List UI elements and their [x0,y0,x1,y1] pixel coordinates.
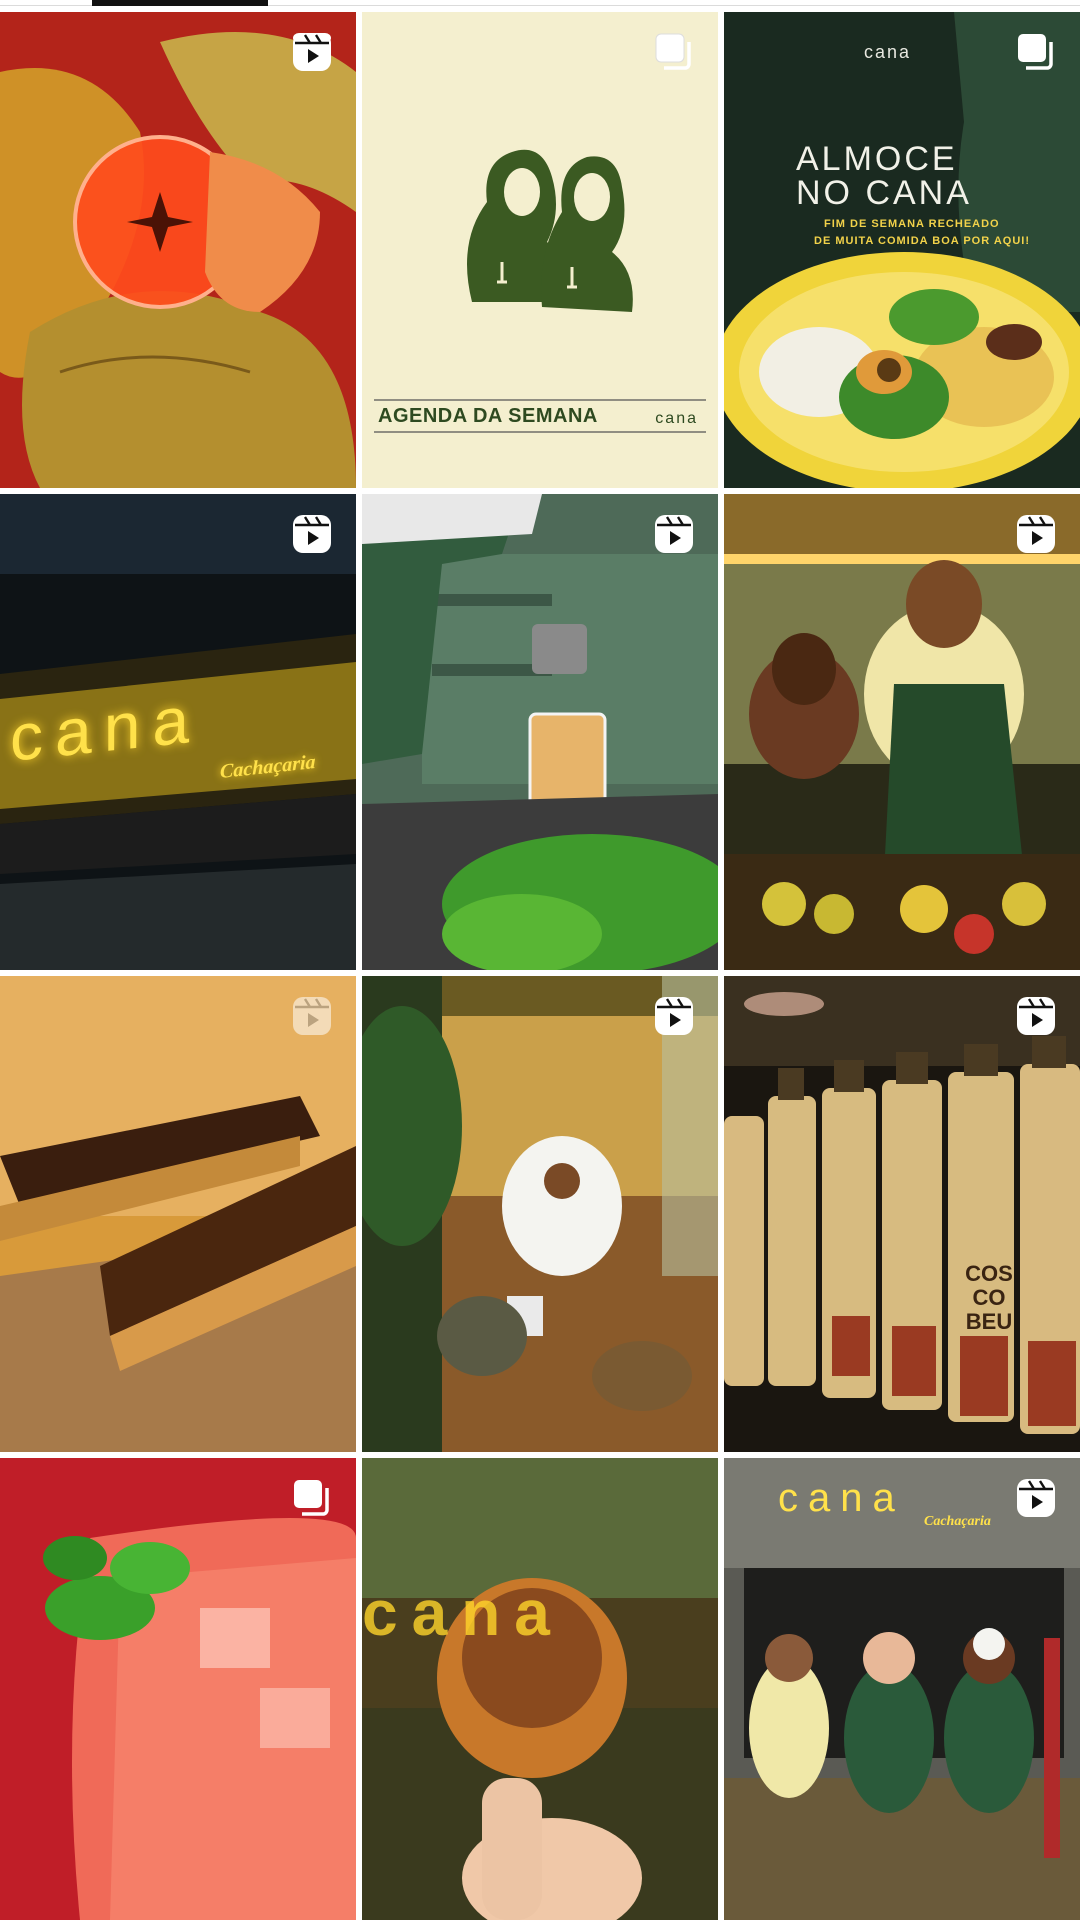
post-tile-9[interactable]: COS CO BEU [724,976,1080,1452]
post-image-8 [362,976,718,1452]
reel-icon [290,994,334,1038]
post-image-6 [724,494,1080,970]
post-tile-3[interactable]: cana ALMOCE NO CANA FIM DE SEMANA RECHEA… [724,12,1080,488]
profile-tab-bar [0,0,1080,10]
post-tile-8[interactable] [362,976,718,1452]
post-image-11 [362,1458,718,1920]
post-tile-7[interactable] [0,976,356,1452]
active-tab-indicator[interactable] [92,0,268,6]
agenda-title: AGENDA DA SEMANA [378,405,598,427]
post-tile-1[interactable] [0,12,356,488]
post-tile-5[interactable] [362,494,718,970]
post-tile-10[interactable] [0,1458,356,1920]
post-grid: AGENDA DA SEMANA cana cana ALMOCE NO CAN… [0,12,1080,1920]
carousel-icon [652,30,696,74]
storefront-sign: cana [778,1476,905,1520]
bottle-label: COS CO BEU [965,1261,1013,1334]
post-image-10 [0,1458,356,1920]
subline-2: DE MUITA COMIDA BOA POR AQUI! [814,235,1030,247]
post-image-5 [362,494,718,970]
carousel-icon [1014,30,1058,74]
reel-icon [290,30,334,74]
post-tile-6[interactable] [724,494,1080,970]
agenda-logo: cana [655,410,698,427]
neon-sign-text: cana [362,1577,564,1649]
post-image-7 [0,976,356,1452]
post-image-12 [724,1458,1080,1920]
post-tile-4[interactable]: cana Cachaçaria [0,494,356,970]
post-tile-11[interactable]: cana [362,1458,718,1920]
post-image-1 [0,12,356,488]
post-tile-12[interactable]: cana Cachaçaria [724,1458,1080,1920]
reel-icon [652,994,696,1038]
reel-icon [1014,512,1058,556]
headline-line-2: NO CANA [796,174,972,212]
brand-logo: cana [864,42,912,62]
post-image-3 [724,12,1080,488]
carousel-icon [290,1476,334,1520]
reel-icon [290,512,334,556]
post-tile-2[interactable]: AGENDA DA SEMANA cana [362,12,718,488]
reel-icon [1014,994,1058,1038]
reel-icon [1014,1476,1058,1520]
storefront-script: Cachaçaria [924,1514,991,1529]
post-image-9 [724,976,1080,1452]
reel-icon [652,512,696,556]
subline-1: FIM DE SEMANA RECHEADO [824,218,1000,230]
